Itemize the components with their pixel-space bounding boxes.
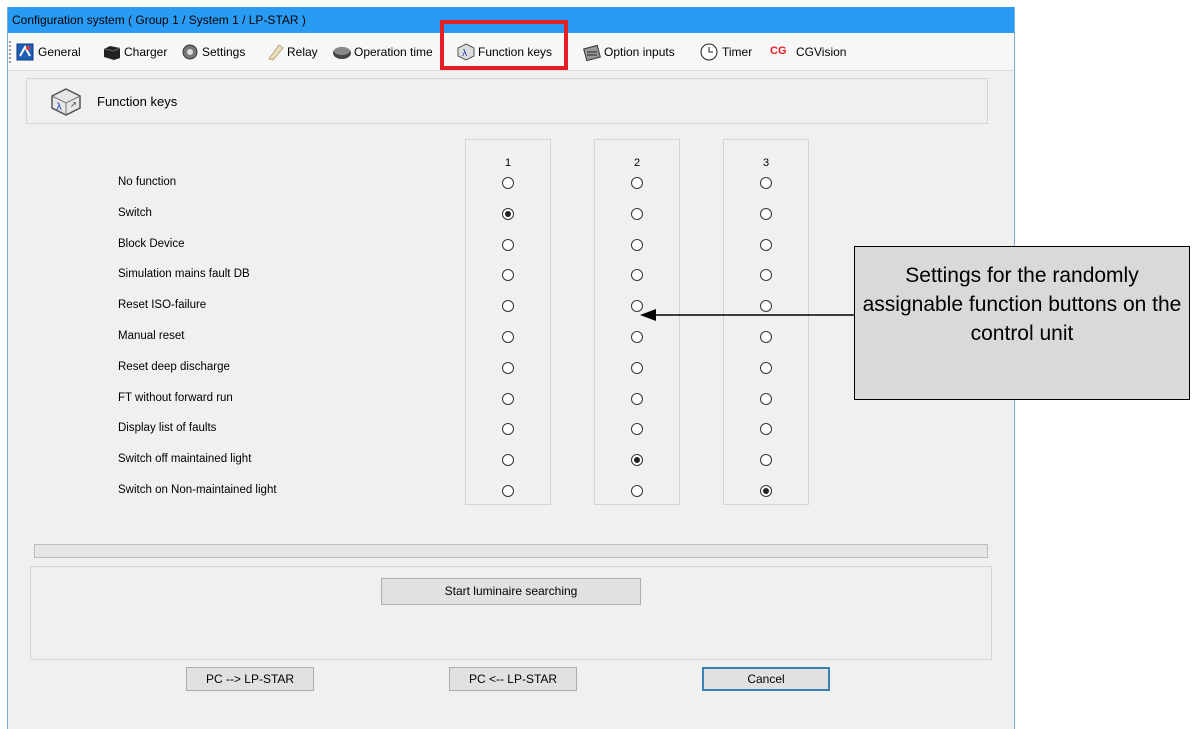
annotation-callout: Settings for the randomly assignable fun…: [854, 246, 1190, 400]
annotation-text: Settings for the randomly assignable fun…: [862, 264, 1182, 345]
